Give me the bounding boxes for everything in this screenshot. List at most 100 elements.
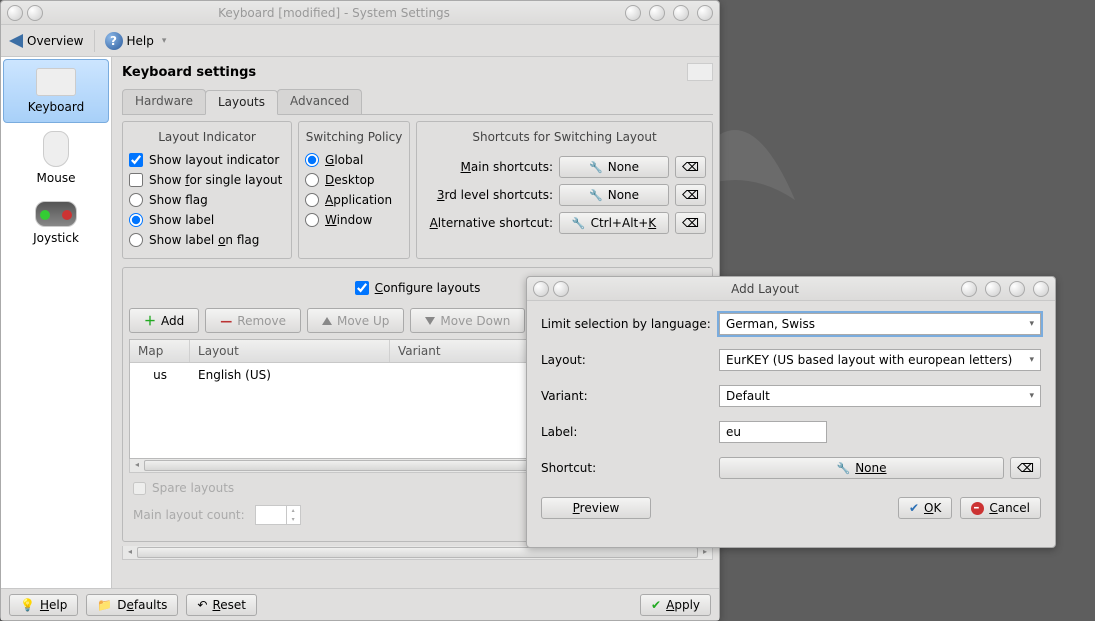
scroll-thumb[interactable] bbox=[137, 547, 698, 558]
tab-advanced[interactable]: Advanced bbox=[277, 89, 362, 114]
clear-icon: ⌫ bbox=[682, 188, 699, 202]
cell-variant bbox=[390, 366, 406, 384]
cell-layout: English (US) bbox=[190, 366, 390, 384]
chevron-down-icon: ▾ bbox=[1029, 319, 1034, 329]
move-down-button[interactable]: Move Down bbox=[410, 308, 525, 333]
minimize-icon[interactable] bbox=[985, 281, 1001, 297]
show-label-radio[interactable]: Show label bbox=[129, 210, 285, 230]
add-layout-dialog: Add Layout Limit selection by language: … bbox=[526, 276, 1056, 548]
add-layout-button[interactable]: ＋Add bbox=[129, 308, 199, 333]
variant-select-label: Variant: bbox=[541, 389, 713, 403]
main-shortcut-button[interactable]: 🔧None bbox=[559, 156, 669, 178]
joystick-icon bbox=[35, 201, 77, 227]
help-button[interactable]: 💡Help bbox=[9, 594, 78, 616]
shortcut-button[interactable]: 🔧None bbox=[719, 457, 1004, 479]
sidebar-item-mouse[interactable]: Mouse bbox=[3, 123, 109, 193]
close-icon[interactable] bbox=[697, 5, 713, 21]
undo-icon: ↶ bbox=[197, 598, 207, 612]
content-scrollbar[interactable]: ◂ ▸ bbox=[122, 546, 713, 560]
tab-hardware[interactable]: Hardware bbox=[122, 89, 206, 114]
mouse-icon bbox=[43, 131, 69, 167]
third-shortcut-label: 3rd level shortcuts: bbox=[423, 188, 553, 202]
shortcut-field-label: Shortcut: bbox=[541, 461, 713, 475]
select-value: Default bbox=[726, 389, 770, 403]
select-value: German, Swiss bbox=[726, 317, 815, 331]
pin-icon[interactable] bbox=[553, 281, 569, 297]
label-input[interactable] bbox=[719, 421, 827, 443]
wrench-icon: 🔧 bbox=[837, 462, 851, 475]
variant-select[interactable]: Default ▾ bbox=[719, 385, 1041, 407]
main-shortcut-label: Main shortcuts: bbox=[423, 160, 553, 174]
reset-button[interactable]: ↶Reset bbox=[186, 594, 257, 616]
column-layout[interactable]: Layout bbox=[190, 340, 390, 362]
show-single-checkbox[interactable]: Show for single layout bbox=[129, 170, 285, 190]
ok-button[interactable]: ✔OK bbox=[898, 497, 952, 519]
app-icon bbox=[7, 5, 23, 21]
pin-icon[interactable] bbox=[27, 5, 43, 21]
maximize-up-icon[interactable] bbox=[673, 5, 689, 21]
policy-window-radio[interactable]: Window bbox=[305, 210, 403, 230]
spin-up-icon: ▴ bbox=[286, 506, 300, 515]
minus-icon: — bbox=[220, 314, 232, 328]
clear-icon: ⌫ bbox=[682, 216, 699, 230]
sidebar-item-label: Joystick bbox=[5, 231, 107, 245]
sidebar-item-label: Keyboard bbox=[6, 100, 106, 114]
shortcuts-group: Shortcuts for Switching Layout Main shor… bbox=[416, 121, 713, 259]
main-count-label: Main layout count: bbox=[133, 508, 245, 522]
scroll-left-icon[interactable]: ◂ bbox=[131, 460, 143, 471]
clear-third-shortcut-button[interactable]: ⌫ bbox=[675, 184, 706, 206]
show-indicator-checkbox[interactable]: Show layout indicator bbox=[129, 150, 285, 170]
show-label-on-flag-radio[interactable]: Show label on flag bbox=[129, 230, 285, 250]
maximize-icon[interactable] bbox=[1009, 281, 1025, 297]
titlebar: Keyboard [modified] - System Settings bbox=[1, 1, 719, 25]
overview-button[interactable]: Overview bbox=[9, 34, 84, 48]
remove-layout-button[interactable]: —Remove bbox=[205, 308, 301, 333]
column-map[interactable]: Map bbox=[130, 340, 190, 362]
switching-policy-group: Switching Policy Global Desktop Applicat… bbox=[298, 121, 410, 259]
help-icon: ? bbox=[105, 32, 123, 50]
clear-alt-shortcut-button[interactable]: ⌫ bbox=[675, 212, 706, 234]
keyboard-icon bbox=[36, 68, 76, 96]
clear-main-shortcut-button[interactable]: ⌫ bbox=[675, 156, 706, 178]
scroll-left-icon[interactable]: ◂ bbox=[124, 547, 136, 558]
layout-select-label: Layout: bbox=[541, 353, 713, 367]
group-title: Shortcuts for Switching Layout bbox=[423, 126, 706, 150]
help-titlebar-icon[interactable] bbox=[961, 281, 977, 297]
alt-shortcut-label: Alternative shortcut: bbox=[423, 216, 553, 230]
cancel-button[interactable]: Cancel bbox=[960, 497, 1041, 519]
clear-icon: ⌫ bbox=[1017, 461, 1034, 475]
move-up-button[interactable]: Move Up bbox=[307, 308, 404, 333]
alt-shortcut-button[interactable]: 🔧Ctrl+Alt+K bbox=[559, 212, 669, 234]
tab-layouts[interactable]: Layouts bbox=[205, 90, 278, 115]
cell-map: us bbox=[130, 366, 190, 384]
minimize-icon[interactable] bbox=[625, 5, 641, 21]
third-shortcut-button[interactable]: 🔧None bbox=[559, 184, 669, 206]
policy-application-radio[interactable]: Application bbox=[305, 190, 403, 210]
close-icon[interactable] bbox=[1033, 281, 1049, 297]
main-count-spinbox: ▴▾ bbox=[255, 505, 301, 525]
app-icon bbox=[533, 281, 549, 297]
chevron-down-icon: ▾ bbox=[162, 36, 167, 46]
toolbar: Overview ? Help ▾ bbox=[1, 25, 719, 57]
apply-button[interactable]: ✔Apply bbox=[640, 594, 711, 616]
spin-down-icon: ▾ bbox=[286, 515, 300, 524]
scroll-right-icon[interactable]: ▸ bbox=[699, 547, 711, 558]
select-value: EurKEY (US based layout with european le… bbox=[726, 353, 1012, 367]
policy-global-radio[interactable]: Global bbox=[305, 150, 403, 170]
wrench-icon: 🔧 bbox=[572, 217, 586, 230]
configure-layouts-checkbox[interactable]: Configure layouts bbox=[355, 278, 481, 298]
back-arrow-icon bbox=[9, 34, 23, 48]
layout-select[interactable]: EurKEY (US based layout with european le… bbox=[719, 349, 1041, 371]
show-flag-radio[interactable]: Show flag bbox=[129, 190, 285, 210]
maximize-down-icon[interactable] bbox=[649, 5, 665, 21]
triangle-down-icon bbox=[425, 317, 435, 325]
clear-shortcut-button[interactable]: ⌫ bbox=[1010, 457, 1041, 479]
policy-desktop-radio[interactable]: Desktop bbox=[305, 170, 403, 190]
help-menu-button[interactable]: ? Help ▾ bbox=[105, 32, 167, 50]
preview-button[interactable]: Preview bbox=[541, 497, 651, 519]
limit-language-select[interactable]: German, Swiss ▾ bbox=[719, 313, 1041, 335]
defaults-icon: 📁 bbox=[97, 598, 112, 612]
defaults-button[interactable]: 📁Defaults bbox=[86, 594, 178, 616]
sidebar-item-keyboard[interactable]: Keyboard bbox=[3, 59, 109, 123]
sidebar-item-joystick[interactable]: Joystick bbox=[3, 193, 109, 253]
